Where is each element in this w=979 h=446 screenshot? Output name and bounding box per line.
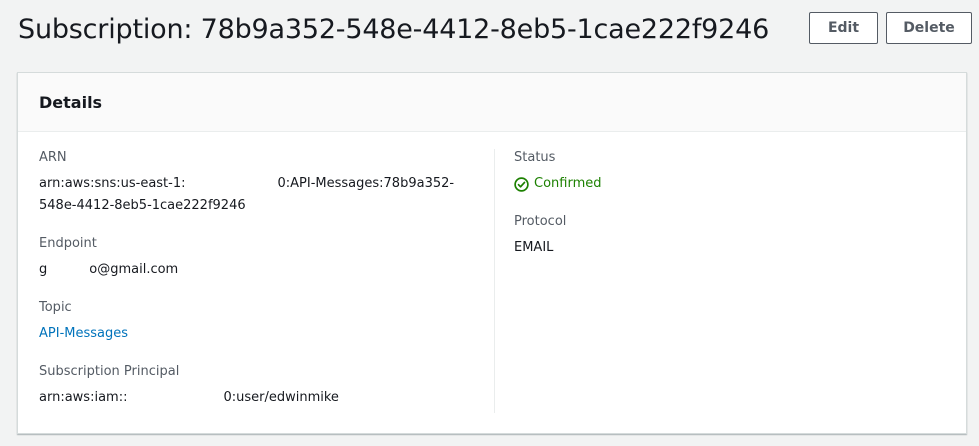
details-panel-header: Details [18, 73, 966, 132]
principal-label: Subscription Principal [39, 364, 180, 379]
details-panel: Details ARN arn:aws:sns:us-east-1: 0:API… [17, 72, 967, 434]
edit-button[interactable]: Edit [809, 12, 878, 44]
arn-value-prefix: arn:aws:sns:us-east-1: [39, 176, 186, 191]
protocol-value: EMAIL [514, 240, 554, 255]
principal-value-suffix: 0:user/edwinmike [223, 390, 339, 405]
protocol-field: Protocol EMAIL [514, 213, 934, 259]
status-field: Status Confirmed [514, 149, 934, 195]
status-value: Confirmed [514, 173, 934, 195]
status-label: Status [514, 150, 556, 165]
endpoint-field: Endpoint g o@gmail.com [39, 235, 459, 281]
endpoint-value-prefix: g [39, 262, 48, 277]
topic-link[interactable]: API-Messages [39, 323, 459, 345]
details-title: Details [39, 92, 103, 112]
principal-value: arn:aws:iam:: 0:user/edwinmike [39, 387, 459, 409]
endpoint-label: Endpoint [39, 236, 97, 251]
principal-field: Subscription Principal arn:aws:iam:: 0:u… [39, 363, 459, 409]
check-circle-icon [514, 176, 529, 192]
details-left-column: ARN arn:aws:sns:us-east-1: 0:API-Message… [39, 149, 459, 427]
protocol-label: Protocol [514, 214, 567, 229]
arn-value: arn:aws:sns:us-east-1: 0:API-Messages:78… [39, 173, 459, 217]
endpoint-value-suffix: o@gmail.com [89, 262, 179, 277]
arn-label: ARN [39, 150, 67, 165]
principal-value-prefix: arn:aws:iam:: [39, 390, 128, 405]
topic-label: Topic [39, 300, 72, 315]
delete-button[interactable]: Delete [886, 12, 972, 44]
status-text: Confirmed [534, 176, 602, 191]
details-right-column: Status Confirmed Protocol EMAIL [514, 149, 934, 277]
column-divider [494, 149, 495, 413]
topic-field: Topic API-Messages [39, 299, 459, 345]
arn-field: ARN arn:aws:sns:us-east-1: 0:API-Message… [39, 149, 459, 217]
page-title: Subscription: 78b9a352-548e-4412-8eb5-1c… [18, 14, 770, 45]
endpoint-value: g o@gmail.com [39, 259, 459, 281]
page-header: Subscription: 78b9a352-548e-4412-8eb5-1c… [0, 0, 979, 64]
